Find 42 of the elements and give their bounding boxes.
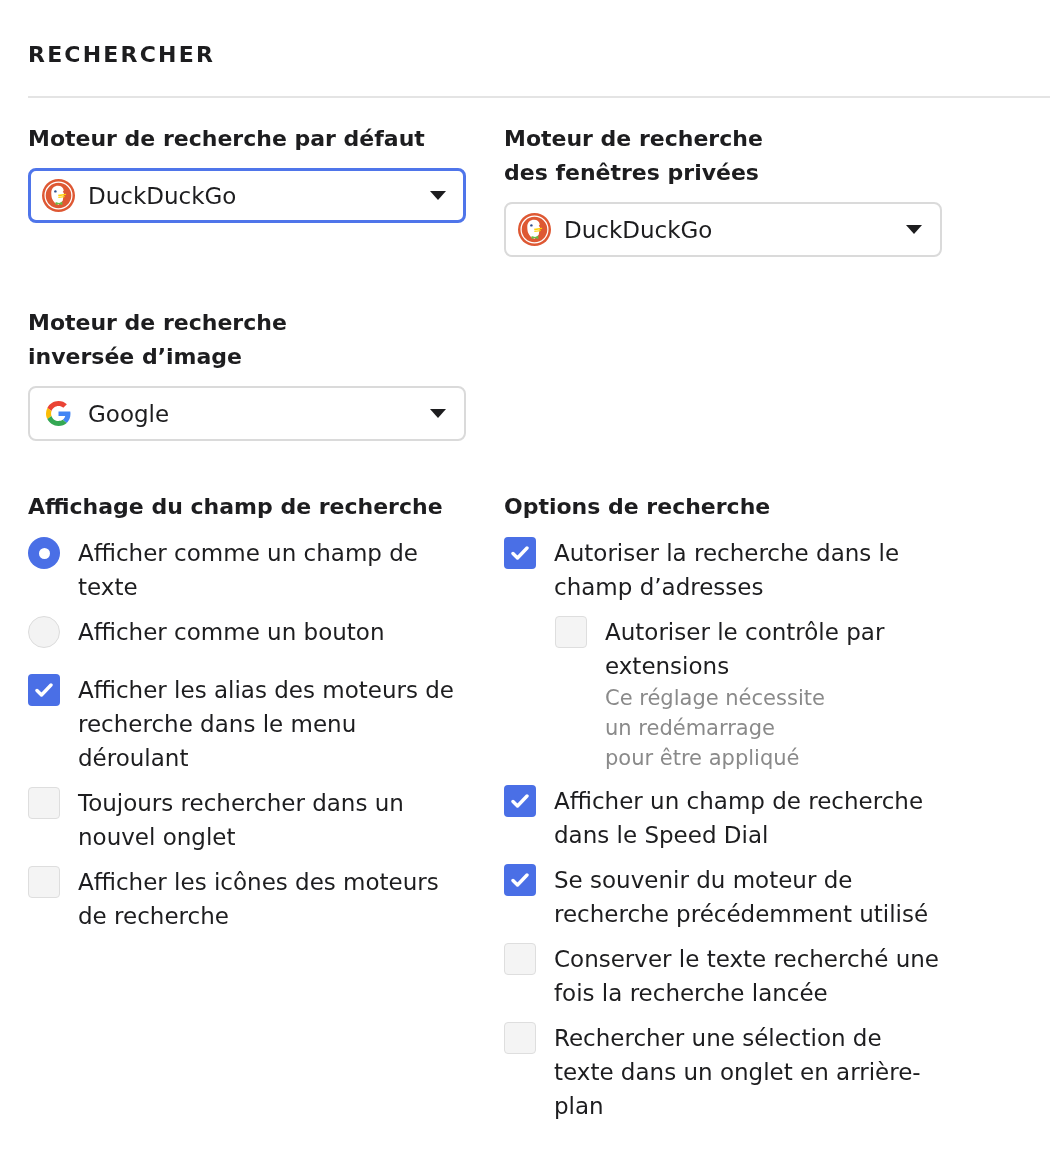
search-engine-dropdown[interactable]: DuckDuckGo	[28, 168, 466, 223]
caret-icon	[430, 191, 446, 200]
option-label: Autoriser la recherche dans le champ d’adresses	[554, 539, 901, 602]
radio-button[interactable]	[28, 537, 60, 569]
radio-button[interactable]	[28, 616, 60, 648]
option-label: Toujours rechercher dans un nouvel onglet	[78, 789, 405, 852]
caret-icon	[430, 409, 446, 418]
option-label: Se souvenir du moteur de recherche précédemment utilisé	[554, 866, 930, 929]
caret-icon	[906, 225, 922, 234]
checkbox[interactable]	[504, 785, 536, 817]
field-label: Moteur de recherche des fenêtres privées	[504, 125, 764, 187]
search-engine-dropdown[interactable]: Google	[28, 386, 466, 441]
checkbox[interactable]	[504, 864, 536, 896]
check-icon	[511, 546, 529, 560]
search-engine-dropdown[interactable]: DuckDuckGo	[504, 202, 942, 257]
option-label: Afficher les icônes des moteurs de recherche	[78, 868, 440, 931]
option-label: Afficher comme un champ de texte	[78, 539, 419, 602]
group-heading: Affichage du champ de recherche	[28, 493, 444, 521]
section-heading: RECHERCHER	[28, 41, 217, 69]
option-label: Afficher les alias des moteurs de recherche dans le menu déroulant	[78, 676, 455, 773]
option-label: Conserver le texte recherché une fois la recherche lancée	[554, 945, 940, 1008]
option-label: Autoriser le contrôle par extensions	[605, 618, 886, 681]
checkbox[interactable]	[28, 674, 60, 706]
option-label: Afficher un champ de recherche dans le Speed Dial	[554, 787, 925, 850]
check-icon	[511, 873, 529, 887]
duck-logo-icon	[518, 213, 551, 246]
hint-text: Ce réglage nécessite un redémarrage pour être appliqué	[605, 685, 826, 772]
checkbox[interactable]	[555, 616, 587, 648]
check-icon	[35, 683, 53, 697]
field-label: Moteur de recherche inversée d’image	[28, 309, 288, 371]
g-logo-icon	[46, 401, 71, 426]
checkbox[interactable]	[28, 787, 60, 819]
checkbox[interactable]	[504, 943, 536, 975]
group-heading: Options de recherche	[504, 493, 772, 521]
option-label: Afficher comme un bouton	[78, 618, 386, 647]
checkbox[interactable]	[504, 537, 536, 569]
check-icon	[511, 794, 529, 808]
checkbox[interactable]	[28, 866, 60, 898]
field-label: Moteur de recherche par défaut	[28, 125, 426, 153]
option-label: Rechercher une sélection de texte dans un onglet en arrière-plan	[554, 1024, 922, 1121]
duck-logo-icon	[42, 179, 75, 212]
checkbox[interactable]	[504, 1022, 536, 1054]
